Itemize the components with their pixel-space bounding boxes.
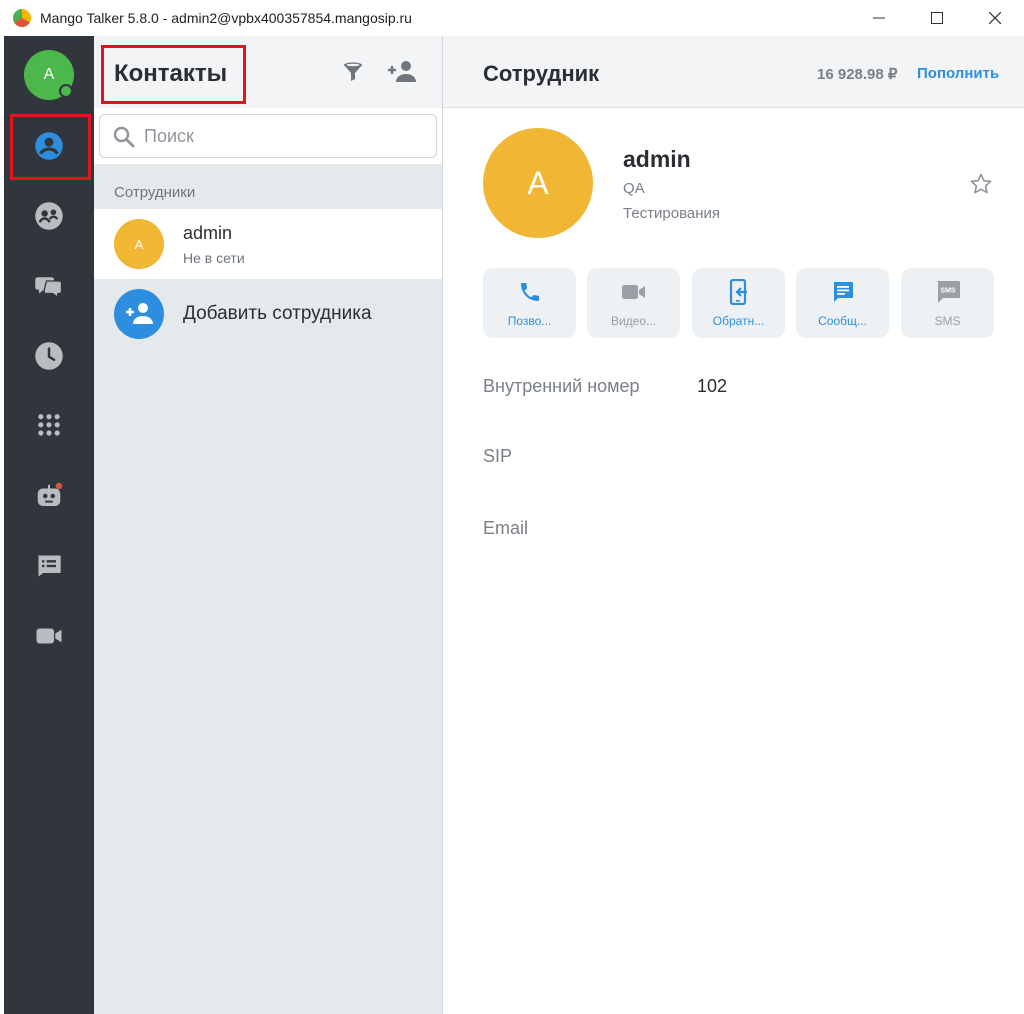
video-icon bbox=[621, 279, 647, 305]
employee-detail-panel: Сотрудник 16 928.98 ₽ Пополнить A admin … bbox=[443, 36, 1024, 1014]
rail-item-dialpad[interactable] bbox=[4, 396, 94, 456]
tasks-icon bbox=[38, 555, 61, 577]
message-button[interactable]: Сообщ... bbox=[796, 268, 889, 338]
online-status-dot bbox=[59, 84, 73, 98]
search-icon bbox=[113, 126, 135, 148]
sms-button[interactable]: SMS SMS bbox=[901, 268, 994, 338]
field-label-sip: SIP bbox=[483, 446, 513, 466]
nav-rail: A bbox=[4, 36, 94, 1014]
rail-item-bot[interactable] bbox=[4, 466, 94, 526]
search-input[interactable] bbox=[144, 123, 424, 149]
topup-link[interactable]: Пополнить bbox=[917, 65, 999, 82]
contacts-panel: Контакты Сотрудники A admin bbox=[94, 36, 443, 1014]
filter-button[interactable] bbox=[337, 56, 369, 88]
add-person-icon bbox=[388, 61, 416, 82]
sms-icon: SMS bbox=[935, 279, 961, 305]
search-area bbox=[94, 108, 442, 164]
rail-item-tasks[interactable] bbox=[4, 536, 94, 596]
callback-label: Обратн... bbox=[712, 314, 765, 328]
groups-icon bbox=[35, 202, 63, 230]
add-employee-avatar bbox=[114, 289, 164, 339]
add-person-icon bbox=[126, 303, 153, 324]
window-titlebar: Mango Talker 5.8.0 - admin2@vpbx40035785… bbox=[0, 0, 1024, 36]
bot-icon bbox=[37, 482, 63, 506]
add-employee-label: Добавить сотрудника bbox=[183, 303, 372, 324]
maximize-button[interactable] bbox=[908, 0, 966, 36]
contact-avatar: A bbox=[114, 219, 164, 269]
rail-item-history[interactable] bbox=[4, 326, 94, 386]
field-value-extension[interactable]: 102 bbox=[697, 376, 727, 397]
profile-name: admin bbox=[623, 146, 691, 172]
contacts-header: Контакты bbox=[94, 36, 442, 108]
contact-status: Не в сети bbox=[183, 250, 245, 266]
maximize-icon bbox=[931, 12, 943, 24]
phone-icon bbox=[517, 279, 543, 305]
filter-icon bbox=[344, 62, 362, 81]
search-box[interactable] bbox=[99, 114, 437, 158]
detail-header: Сотрудник 16 928.98 ₽ Пополнить bbox=[443, 36, 1024, 108]
rail-item-chats[interactable] bbox=[4, 256, 94, 316]
field-label-extension: Внутренний номер bbox=[483, 376, 640, 396]
profile-avatar: A bbox=[483, 128, 593, 238]
sms-label: SMS bbox=[934, 314, 961, 328]
contacts-icon bbox=[35, 132, 63, 160]
minimize-icon bbox=[873, 17, 885, 19]
close-button[interactable] bbox=[966, 0, 1024, 36]
close-icon bbox=[989, 12, 1001, 24]
profile-group: Тестирования bbox=[623, 205, 721, 222]
history-icon bbox=[35, 342, 63, 370]
section-label-employees: Сотрудники bbox=[114, 184, 196, 201]
video-call-button[interactable]: Видео... bbox=[587, 268, 680, 338]
rail-item-contacts[interactable] bbox=[4, 116, 94, 176]
field-label-email: Email bbox=[483, 518, 529, 538]
detail-title: Сотрудник bbox=[483, 61, 600, 86]
minimize-button[interactable] bbox=[850, 0, 908, 36]
mango-logo-icon bbox=[13, 9, 31, 27]
contact-row[interactable]: A admin Не в сети bbox=[94, 209, 442, 279]
callback-icon bbox=[726, 279, 752, 305]
video-conference-icon bbox=[36, 628, 62, 644]
chats-icon bbox=[35, 277, 63, 299]
message-label: Сообщ... bbox=[818, 314, 867, 328]
video-call-label: Видео... bbox=[610, 314, 657, 328]
dialpad-icon bbox=[38, 414, 60, 436]
add-employee-row[interactable]: Добавить сотрудника bbox=[94, 279, 442, 349]
balance-amount: 16 928.98 ₽ bbox=[817, 66, 898, 83]
call-label: Позво... bbox=[507, 314, 552, 328]
favorite-button[interactable] bbox=[967, 170, 995, 198]
window-title: Mango Talker 5.8.0 - admin2@vpbx40035785… bbox=[40, 10, 412, 26]
call-button[interactable]: Позво... bbox=[483, 268, 576, 338]
svg-text:SMS: SMS bbox=[940, 288, 956, 295]
profile-department: QA bbox=[623, 180, 645, 197]
add-contact-button[interactable] bbox=[386, 56, 418, 88]
contact-name: admin bbox=[183, 223, 233, 243]
contacts-title: Контакты bbox=[114, 60, 228, 87]
rail-item-video-conference[interactable] bbox=[4, 606, 94, 666]
star-icon bbox=[970, 173, 992, 194]
callback-button[interactable]: Обратн... bbox=[692, 268, 785, 338]
rail-item-groups[interactable] bbox=[4, 186, 94, 246]
message-icon bbox=[830, 279, 856, 305]
